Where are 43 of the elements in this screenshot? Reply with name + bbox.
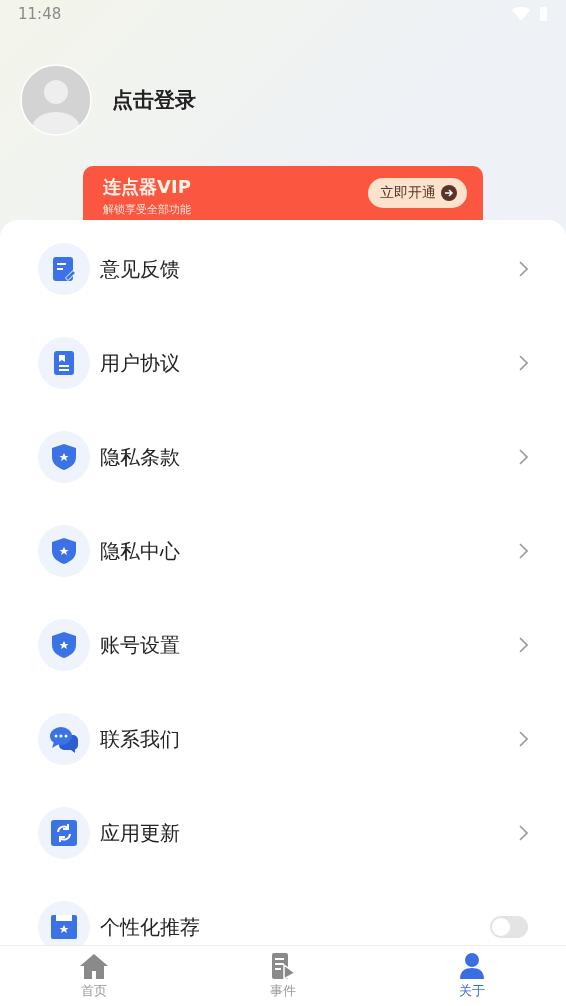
menu-item[interactable]: 意见反馈 [0,222,566,316]
document-play-icon [270,952,296,980]
menu-label: 隐私条款 [100,443,181,471]
menu-label: 隐私中心 [100,537,181,565]
menu-label: 个性化推荐 [100,913,201,941]
menu-label: 应用更新 [100,819,181,847]
chevron-right-icon [519,261,528,277]
activate-button[interactable]: 立即开通 [368,178,467,208]
chevron-right-icon [519,543,528,559]
menu-item[interactable]: 应用更新 [0,786,566,880]
menu-label: 意见反馈 [100,255,181,283]
status-time: 11:48 [18,5,62,23]
menu-item[interactable]: 联系我们 [0,692,566,786]
edit-document-icon [51,256,77,282]
menu-label: 账号设置 [100,631,181,659]
tab[interactable]: 关于 [377,946,566,1006]
chevron-right-icon [519,731,528,747]
chevron-right-icon [519,825,528,841]
menu-label: 用户协议 [100,349,181,377]
vip-banner[interactable]: 连点器VIP 解锁享受全部功能 立即开通 [83,166,483,220]
shield-icon [51,443,77,471]
home-icon [79,952,110,980]
vip-title: 连点器VIP [103,175,191,199]
login-link[interactable]: 点击登录 [112,86,196,114]
shield-icon [51,537,77,565]
chevron-right-icon [519,355,528,371]
menu-label: 联系我们 [100,725,181,753]
menu-item[interactable]: 隐私中心 [0,504,566,598]
chevron-right-icon [519,449,528,465]
shield-icon [51,631,77,659]
menu-item[interactable]: 用户协议 [0,316,566,410]
chevron-right-icon [519,637,528,653]
menu-item[interactable]: 账号设置 [0,598,566,692]
chat-bubbles-icon [49,725,79,753]
refresh-icon [50,819,78,847]
arrow-right-icon [441,185,457,201]
toggle-switch[interactable] [490,916,528,938]
vip-subtitle: 解锁享受全部功能 [103,202,191,217]
menu-item[interactable]: 隐私条款 [0,410,566,504]
avatar-placeholder[interactable] [20,64,92,136]
user-icon [458,952,485,980]
star-box-icon [50,913,78,941]
document-icon [51,350,77,376]
